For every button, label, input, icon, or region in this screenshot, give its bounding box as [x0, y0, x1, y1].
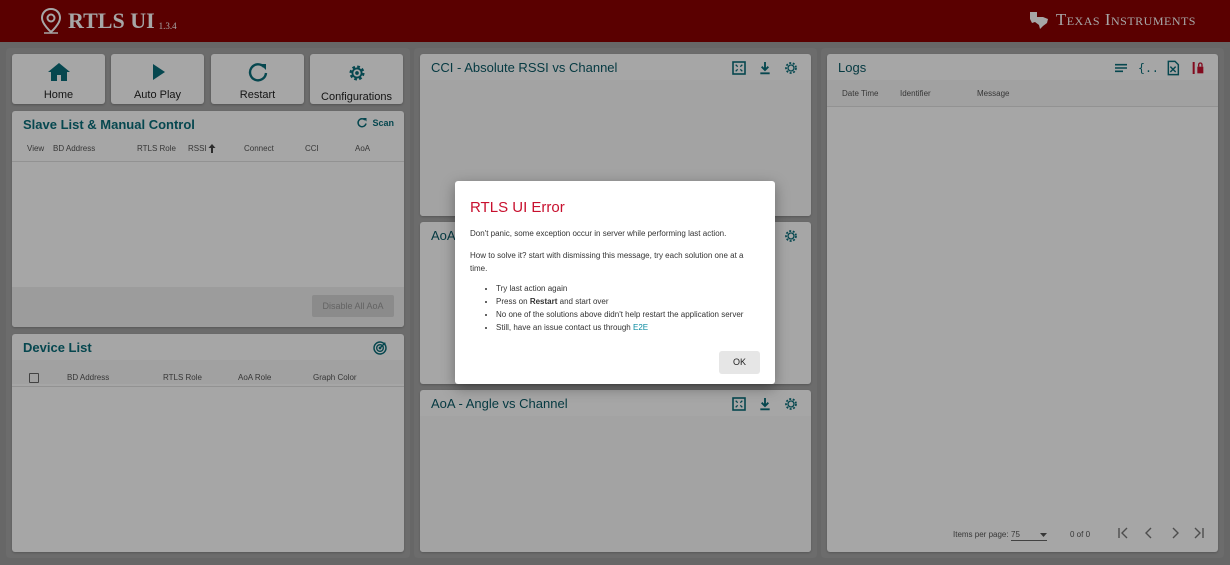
solutions-list: Try last action again Press on Restart a…	[496, 282, 743, 334]
list-item: Still, have an issue contact us through …	[496, 321, 743, 334]
error-dialog: RTLS UI Error Don't panic, some exceptio…	[455, 181, 775, 384]
list-item: Try last action again	[496, 282, 743, 295]
list-item: Press on Restart and start over	[496, 295, 743, 308]
dialog-instructions: How to solve it? start with dismissing t…	[470, 251, 744, 273]
solution-text: Try last action again	[496, 284, 568, 293]
e2e-link[interactable]: E2E	[633, 323, 648, 332]
solution-text-pre: Still, have an issue contact us through	[496, 323, 631, 332]
dialog-title: RTLS UI Error	[470, 199, 565, 216]
ok-button[interactable]: OK	[719, 351, 760, 374]
solution-text-bold: Restart	[529, 297, 558, 306]
solution-text: No one of the solutions above didn't hel…	[496, 310, 744, 319]
solution-text-pre: Press on	[496, 297, 528, 306]
list-item: No one of the solutions above didn't hel…	[496, 308, 743, 321]
dialog-message: Don't panic, some exception occur in ser…	[470, 229, 727, 238]
solution-text-post: and start over	[559, 297, 609, 306]
